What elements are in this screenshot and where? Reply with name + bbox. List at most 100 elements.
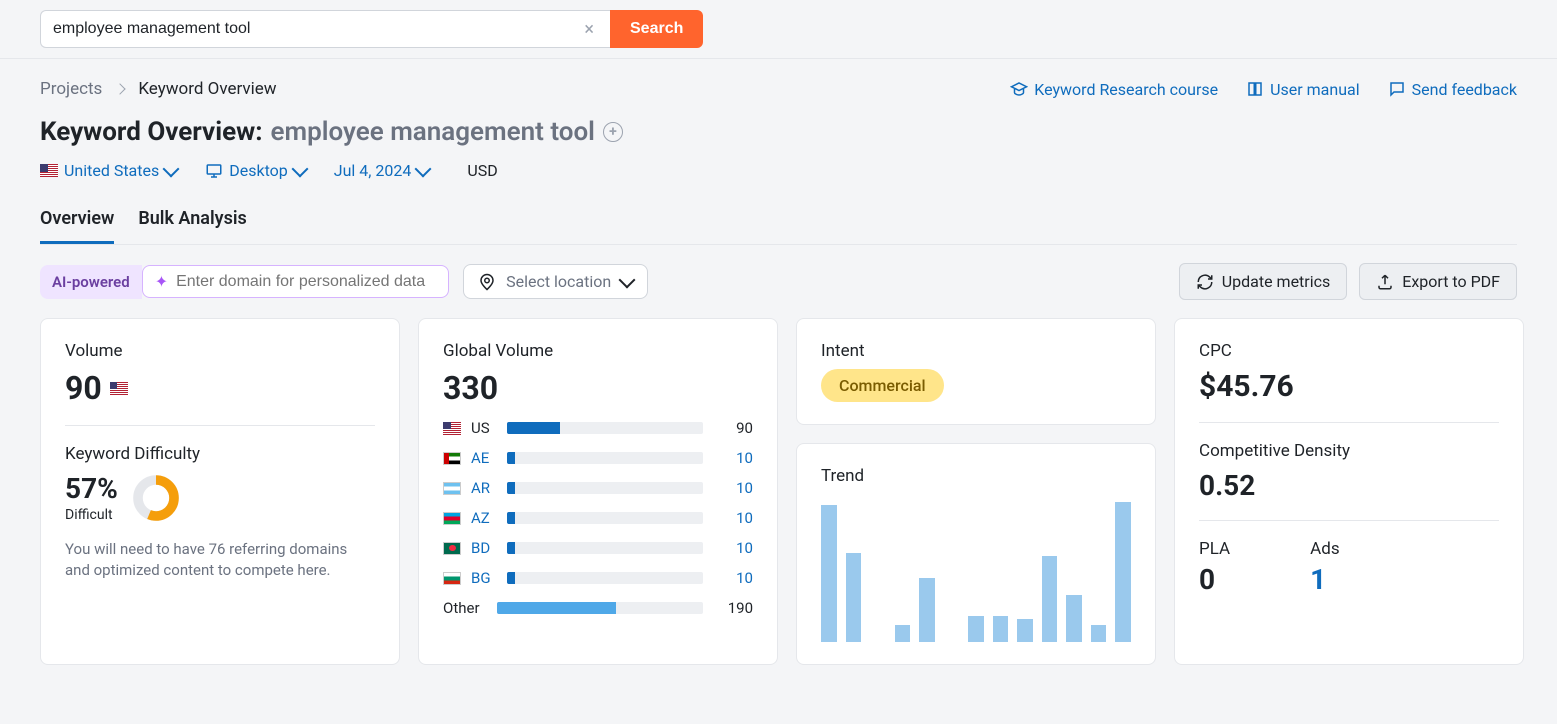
search-button[interactable]: Search [610, 10, 703, 48]
filters-row: United States Desktop Jul 4, 2024 USD [40, 161, 1517, 180]
country-volume[interactable]: 10 [713, 449, 753, 467]
keyword-difficulty-desc: Difficult [65, 507, 118, 523]
flag-icon [443, 422, 461, 435]
trend-bar [1115, 502, 1131, 642]
flag-icon [443, 482, 461, 495]
keyword-difficulty-note: You will need to have 76 referring domai… [65, 539, 375, 581]
chevron-down-icon [415, 160, 432, 177]
keyword-research-course-link[interactable]: Keyword Research course [1010, 80, 1218, 99]
chevron-down-icon [291, 160, 308, 177]
trend-bar [993, 616, 1009, 642]
header-links: Keyword Research course User manual Send… [1010, 80, 1517, 99]
flag-icon [443, 452, 461, 465]
domain-input-wrapper: ✦ [142, 265, 449, 298]
clear-search-icon[interactable]: × [580, 15, 598, 44]
global-volume-row: BD 10 [443, 539, 753, 557]
keyword-difficulty-label: Keyword Difficulty [65, 444, 375, 464]
device-filter[interactable]: Desktop [205, 161, 306, 180]
volume-card: Volume 90 Keyword Difficulty 57% Difficu… [40, 318, 400, 665]
trend-bar [821, 505, 837, 642]
top-search-bar: × Search [0, 0, 1557, 59]
intent-label: Intent [821, 341, 1131, 361]
country-volume[interactable]: 10 [713, 569, 753, 587]
trend-card: Trend [796, 443, 1156, 665]
flag-us-icon [110, 382, 128, 395]
location-pin-icon [478, 273, 496, 291]
page-title: Keyword Overview: employee management to… [40, 117, 1517, 147]
breadcrumb-projects[interactable]: Projects [40, 79, 102, 99]
global-volume-row-other: Other190 [443, 599, 753, 617]
breadcrumb: Projects Keyword Overview [40, 79, 277, 99]
global-volume-card: Global Volume 330 US90AE10AR10AZ10BD10BG… [418, 318, 778, 665]
volume-bar [507, 542, 703, 554]
competitive-density-value: 0.52 [1199, 469, 1499, 502]
country-code[interactable]: AZ [471, 509, 497, 527]
trend-chart [821, 502, 1131, 642]
cpc-card: CPC $45.76 Competitive Density 0.52 PLA … [1174, 318, 1524, 665]
domain-input[interactable] [176, 273, 436, 291]
country-volume[interactable]: 10 [713, 509, 753, 527]
global-volume-row: BG 10 [443, 569, 753, 587]
metrics-cards: Volume 90 Keyword Difficulty 57% Difficu… [40, 318, 1517, 665]
currency-label: USD [467, 161, 497, 180]
add-keyword-icon[interactable]: + [603, 122, 623, 142]
intent-card: Intent Commercial [796, 318, 1156, 425]
chevron-down-icon [163, 160, 180, 177]
date-filter[interactable]: Jul 4, 2024 [334, 161, 430, 180]
tab-overview[interactable]: Overview [40, 208, 114, 244]
trend-bar [1091, 625, 1107, 642]
cpc-label: CPC [1199, 341, 1499, 361]
chevron-down-icon [619, 271, 636, 288]
country-code[interactable]: BG [471, 569, 497, 587]
country-code[interactable]: AE [471, 449, 497, 467]
graduation-cap-icon [1010, 80, 1028, 98]
other-volume: 190 [713, 599, 753, 617]
flag-icon [443, 572, 461, 585]
trend-bar [895, 625, 911, 642]
volume-bar [507, 452, 703, 464]
update-metrics-button[interactable]: Update metrics [1179, 263, 1347, 300]
comment-icon [1388, 80, 1406, 98]
global-volume-row: AZ 10 [443, 509, 753, 527]
country-volume[interactable]: 10 [713, 539, 753, 557]
country-filter[interactable]: United States [40, 161, 177, 180]
global-volume-row: AE 10 [443, 449, 753, 467]
country-code: US [471, 419, 497, 437]
country-code[interactable]: AR [471, 479, 497, 497]
export-pdf-button[interactable]: Export to PDF [1359, 263, 1517, 300]
country-code[interactable]: BD [471, 539, 497, 557]
global-volume-total: 330 [443, 369, 753, 407]
ads-value[interactable]: 1 [1310, 563, 1339, 596]
volume-value: 90 [65, 369, 375, 407]
send-feedback-link[interactable]: Send feedback [1388, 80, 1517, 99]
country-volume[interactable]: 10 [713, 479, 753, 497]
tab-bulk-analysis[interactable]: Bulk Analysis [138, 208, 246, 244]
trend-bar [846, 553, 862, 642]
trend-bar [919, 578, 935, 642]
pla-label: PLA [1199, 539, 1230, 559]
location-select[interactable]: Select location [463, 264, 648, 299]
volume-bar [507, 422, 703, 434]
global-volume-list: US 90 AE 10 AR 10 AZ 10 BD 10 BG 10 Other190 [443, 419, 753, 617]
volume-bar [507, 512, 703, 524]
sparkle-icon: ✦ [155, 272, 168, 291]
search-input[interactable] [53, 11, 580, 47]
global-volume-row: US 90 [443, 419, 753, 437]
tabs: Overview Bulk Analysis [40, 208, 1517, 245]
trend-bar [1042, 556, 1058, 642]
trend-bar [968, 616, 984, 642]
trend-label: Trend [821, 466, 1131, 486]
ads-label: Ads [1310, 539, 1339, 559]
trend-bar [1017, 619, 1033, 642]
export-icon [1376, 273, 1394, 291]
volume-label: Volume [65, 341, 375, 361]
book-icon [1246, 80, 1264, 98]
competitive-density-label: Competitive Density [1199, 441, 1499, 461]
user-manual-link[interactable]: User manual [1246, 80, 1360, 99]
intent-value: Commercial [821, 369, 944, 402]
ai-powered-badge: AI-powered [40, 265, 142, 299]
trend-bar [1066, 595, 1082, 642]
desktop-icon [205, 162, 223, 180]
chevron-right-icon [116, 82, 124, 96]
country-volume: 90 [713, 419, 753, 437]
